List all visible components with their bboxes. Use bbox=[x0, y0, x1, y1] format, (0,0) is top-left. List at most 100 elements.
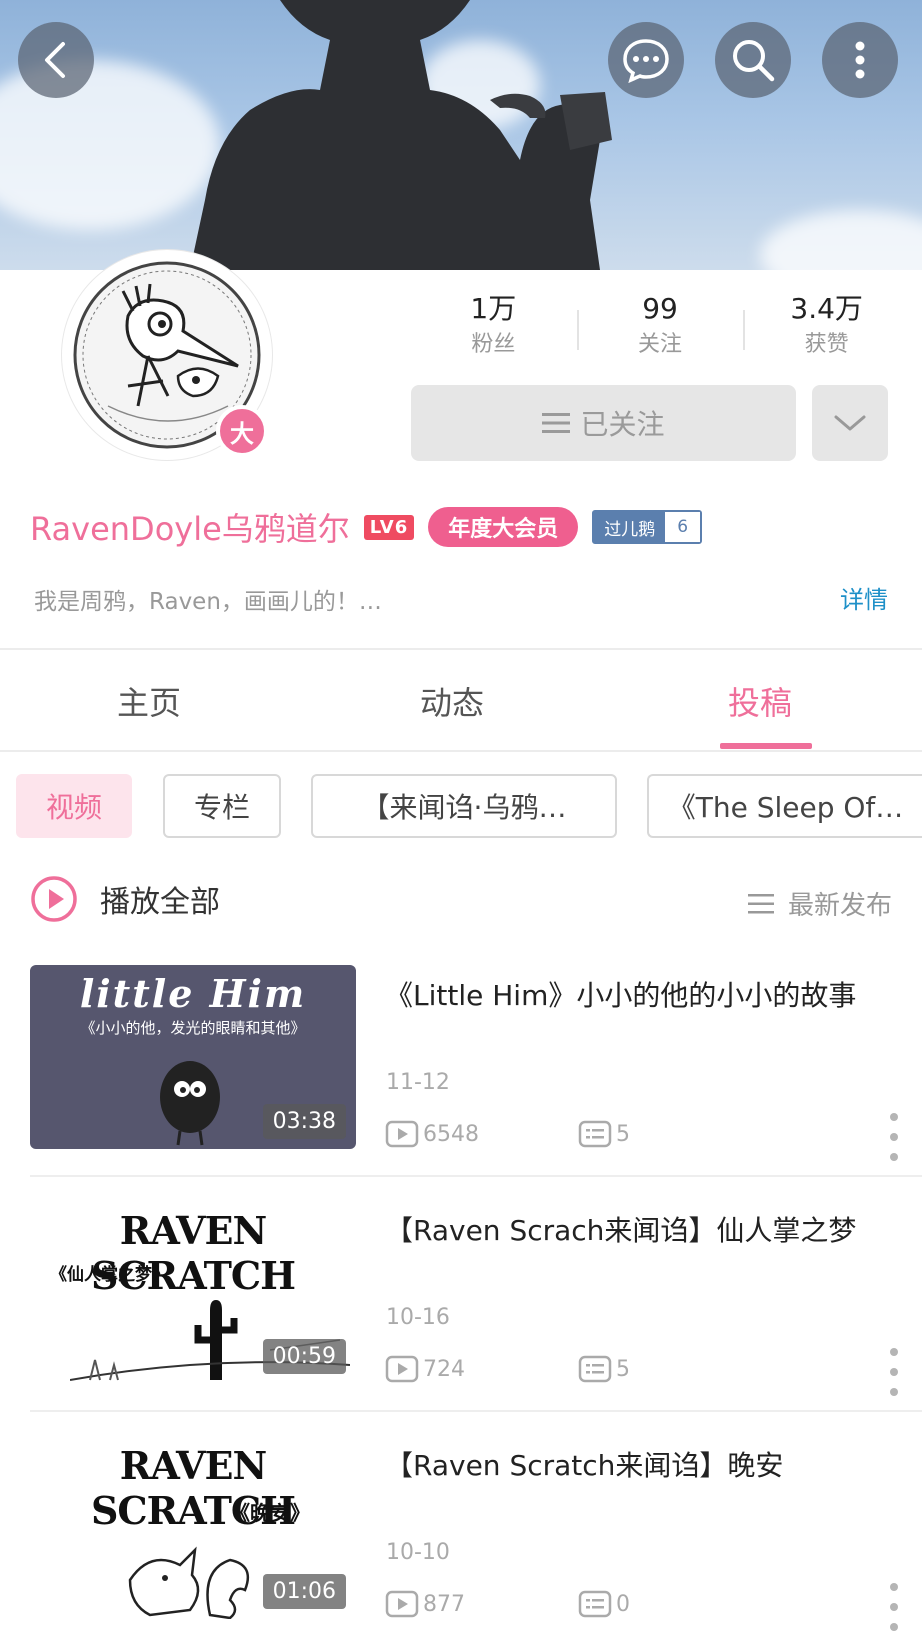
play-all-button[interactable]: 播放全部 bbox=[30, 875, 220, 923]
message-button[interactable] bbox=[608, 22, 684, 98]
video-title[interactable]: 【Raven Scratch来闻诌】晚安 bbox=[385, 1443, 905, 1489]
sort-button[interactable]: 最新发布 bbox=[747, 885, 892, 922]
video-date: 10-16 bbox=[386, 1305, 450, 1330]
stat-following[interactable]: 99 关注 bbox=[576, 292, 744, 372]
video-item[interactable]: RAVEN SCRATCH 《晚安》 01:06 【Raven Scratch来… bbox=[30, 1435, 922, 1640]
filter-video[interactable]: 视频 bbox=[16, 774, 132, 838]
dot-icon bbox=[890, 1113, 898, 1121]
dot-icon bbox=[890, 1153, 898, 1161]
dot-icon bbox=[890, 1348, 898, 1356]
views-count: 6548 bbox=[423, 1121, 479, 1147]
video-views: 724 bbox=[385, 1355, 465, 1383]
dot-icon bbox=[890, 1623, 898, 1631]
play-count-icon bbox=[385, 1590, 419, 1618]
tab-uploads[interactable]: 投稿 bbox=[728, 678, 792, 724]
play-all-label: 播放全部 bbox=[100, 885, 220, 920]
video-views: 6548 bbox=[385, 1120, 479, 1148]
play-count-icon bbox=[385, 1120, 419, 1148]
video-item[interactable]: little Him 《小小的他，发光的眼睛和其他》 03:38 《Little… bbox=[30, 965, 922, 1175]
views-count: 877 bbox=[423, 1591, 465, 1617]
video-more-button[interactable] bbox=[884, 1348, 904, 1396]
tab-home[interactable]: 主页 bbox=[117, 678, 181, 724]
video-comments: 5 bbox=[578, 1120, 630, 1148]
video-more-button[interactable] bbox=[884, 1113, 904, 1161]
filter-collection-1[interactable]: 【来闻诌·乌鸦… bbox=[311, 774, 617, 838]
sort-lines-icon bbox=[747, 893, 774, 913]
search-icon bbox=[733, 40, 775, 82]
list-divider bbox=[30, 1410, 922, 1412]
chevron-left-icon bbox=[45, 42, 65, 78]
dot-icon bbox=[890, 1388, 898, 1396]
video-thumbnail[interactable]: little Him 《小小的他，发光的眼睛和其他》 03:38 bbox=[30, 965, 356, 1149]
level-badge: LV6 bbox=[363, 514, 415, 540]
more-options-button[interactable] bbox=[822, 22, 898, 98]
video-duration: 03:38 bbox=[262, 1104, 346, 1139]
danmaku-count-icon bbox=[578, 1590, 612, 1618]
stat-likes[interactable]: 3.4万 获赞 bbox=[743, 292, 910, 372]
dot-icon bbox=[890, 1368, 898, 1376]
chevron-down-icon bbox=[834, 415, 866, 431]
stat-value: 3.4万 bbox=[790, 292, 863, 325]
play-all-row: 播放全部 最新发布 bbox=[30, 875, 892, 929]
tabs-divider bbox=[0, 750, 922, 752]
video-title[interactable]: 【Raven Scrach来闻诌】仙人掌之梦 bbox=[385, 1208, 905, 1254]
video-duration: 01:06 bbox=[262, 1574, 346, 1609]
tab-dynamics[interactable]: 动态 bbox=[420, 678, 484, 724]
annual-vip-badge[interactable]: 年度大会员 bbox=[428, 507, 579, 547]
back-button[interactable] bbox=[18, 22, 94, 98]
thumbnail-subtitle: 《晚安》 bbox=[230, 1501, 310, 1525]
thumbnail-title: little Him bbox=[79, 971, 307, 1016]
vip-avatar-badge: 大 bbox=[216, 405, 268, 457]
stat-value: 1万 bbox=[470, 292, 517, 325]
stat-label: 获赞 bbox=[804, 332, 849, 357]
stat-followers[interactable]: 1万 粉丝 bbox=[410, 292, 577, 372]
views-count: 724 bbox=[423, 1356, 465, 1382]
username-row: RavenDoyle乌鸦道尔 LV6 年度大会员 过儿鹅 6 bbox=[30, 505, 703, 549]
play-circle-icon bbox=[31, 876, 77, 922]
list-divider bbox=[30, 1175, 922, 1177]
stat-value: 99 bbox=[642, 292, 678, 325]
followed-button[interactable]: 已关注 bbox=[411, 385, 796, 461]
follow-options-dropdown[interactable] bbox=[812, 385, 888, 461]
dot-icon bbox=[890, 1603, 898, 1611]
video-date: 11-12 bbox=[386, 1070, 450, 1095]
video-comments: 5 bbox=[578, 1355, 630, 1383]
stat-label: 粉丝 bbox=[471, 332, 516, 357]
little-him-creature-illustration bbox=[160, 1061, 220, 1146]
danmaku-count-icon bbox=[578, 1355, 612, 1383]
video-thumbnail[interactable]: RAVEN SCRATCH 《仙人掌之梦》 00:59 bbox=[30, 1200, 356, 1384]
video-duration: 00:59 bbox=[262, 1339, 346, 1374]
fox-squirrel-illustration bbox=[128, 1546, 250, 1619]
medal-name: 过儿鹅 bbox=[594, 512, 666, 542]
video-thumbnail[interactable]: RAVEN SCRATCH 《晚安》 01:06 bbox=[30, 1435, 356, 1619]
video-comments: 0 bbox=[578, 1590, 630, 1618]
followed-label: 已关注 bbox=[580, 408, 665, 441]
sort-label: 最新发布 bbox=[787, 891, 892, 921]
video-more-button[interactable] bbox=[884, 1583, 904, 1631]
active-tab-indicator bbox=[720, 743, 812, 749]
medal-level: 6 bbox=[665, 512, 701, 542]
chat-bubble-icon bbox=[623, 39, 669, 83]
thumbnail-subtitle: 《小小的他，发光的眼睛和其他》 bbox=[80, 1019, 306, 1037]
video-item[interactable]: RAVEN SCRATCH 《仙人掌之梦》 00:59 【Raven Scrac… bbox=[30, 1200, 922, 1410]
menu-lines-icon bbox=[542, 413, 571, 433]
video-date: 10-10 bbox=[386, 1540, 450, 1565]
profile-stats: 1万 粉丝 99 关注 3.4万 获赞 bbox=[410, 292, 910, 372]
comments-count: 5 bbox=[616, 1121, 630, 1147]
search-button[interactable] bbox=[715, 22, 791, 98]
filter-collection-2[interactable]: 《The Sleep Of… bbox=[647, 774, 922, 838]
video-views: 877 bbox=[385, 1590, 465, 1618]
filter-column[interactable]: 专栏 bbox=[163, 774, 281, 838]
comments-count: 0 bbox=[616, 1591, 630, 1617]
dot-icon bbox=[890, 1133, 898, 1141]
stat-label: 关注 bbox=[638, 332, 683, 357]
bio-text: 我是周鸦，Raven，画画儿的！… bbox=[34, 589, 382, 615]
play-count-icon bbox=[385, 1355, 419, 1383]
username: RavenDoyle乌鸦道尔 bbox=[30, 510, 350, 548]
dot-icon bbox=[890, 1583, 898, 1591]
bio-detail-link[interactable]: 详情 bbox=[840, 580, 888, 615]
video-title[interactable]: 《Little Him》小小的他的小小的故事 bbox=[385, 973, 905, 1019]
danmaku-count-icon bbox=[578, 1120, 612, 1148]
comments-count: 5 bbox=[616, 1356, 630, 1382]
fan-medal[interactable]: 过儿鹅 6 bbox=[592, 510, 703, 544]
